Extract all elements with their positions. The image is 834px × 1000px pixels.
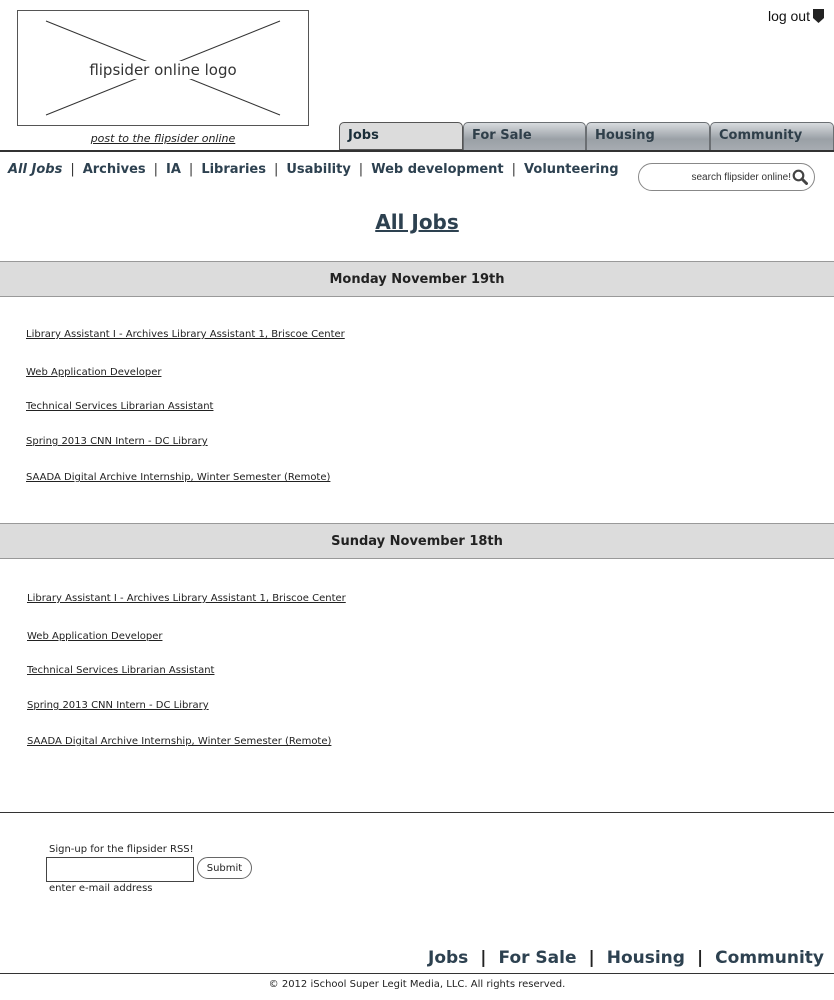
job-link[interactable]: Spring 2013 CNN Intern - DC Library [26,436,208,447]
day-date: Sunday November 18th [331,534,503,549]
footer-link-housing[interactable]: Housing [607,948,685,968]
footer-link-for-sale[interactable]: For Sale [499,948,577,968]
rss-signup-label: Sign-up for the flipsider RSS! [49,844,194,855]
tab-community[interactable]: Community [710,122,834,150]
submit-button[interactable]: Submit [197,857,252,879]
subnav-separator: | [70,162,75,177]
footer-separator: | [696,948,704,968]
post-link[interactable]: post to the flipsider online [17,132,309,145]
footer-separator: | [588,948,595,968]
email-field[interactable] [46,857,194,882]
job-link[interactable]: Spring 2013 CNN Intern - DC Library [27,700,209,711]
footer-link-jobs[interactable]: Jobs [428,948,468,968]
job-link[interactable]: Library Assistant I - Archives Library A… [26,329,345,340]
day-date: Monday November 19th [329,272,505,287]
footer-link-community[interactable]: Community [715,948,824,968]
job-link[interactable]: Web Application Developer [27,631,162,642]
job-link[interactable]: Technical Services Librarian Assistant [27,665,214,676]
tab-jobs[interactable]: Jobs [339,122,463,150]
search-icon[interactable] [792,169,808,185]
search-box [638,163,815,191]
main-tabs: Jobs For Sale Housing Community [339,122,834,150]
job-link[interactable]: SAADA Digital Archive Internship, Winter… [27,736,331,747]
day-header: Sunday November 18th [0,523,834,559]
logout-link[interactable]: log out [768,8,824,24]
subnav-libraries[interactable]: Libraries [201,162,266,177]
job-link[interactable]: Library Assistant I - Archives Library A… [27,593,346,604]
tab-for-sale[interactable]: For Sale [463,122,586,150]
subnav-all-jobs[interactable]: All Jobs [8,162,62,177]
subnav-separator: | [358,162,364,177]
content-divider [0,812,834,813]
logo-placeholder[interactable]: flipsider online logo [17,10,309,126]
page-title: All Jobs [375,210,459,234]
subnav-separator: | [511,162,517,177]
job-link[interactable]: SAADA Digital Archive Internship, Winter… [26,472,330,483]
subnav-ia[interactable]: IA [166,162,181,177]
footer-divider [0,973,834,974]
category-nav: All Jobs | Archives | IA | Libraries | Usability… [8,162,619,177]
email-hint: enter e-mail address [49,883,153,894]
subnav-usability[interactable]: Usability [286,162,350,177]
subnav-archives[interactable]: Archives [83,162,146,177]
tab-baseline [0,150,834,152]
search-input[interactable] [651,168,791,186]
subnav-volunteering[interactable]: Volunteering [524,162,619,177]
logout-icon [813,9,824,23]
job-link[interactable]: Web Application Developer [26,367,161,378]
job-link[interactable]: Technical Services Librarian Assistant [26,401,213,412]
subnav-separator: | [153,162,159,177]
tab-housing[interactable]: Housing [586,122,710,150]
footer-separator: | [480,948,487,968]
footer-nav: Jobs | For Sale | Housing | Community [428,948,824,968]
logo-text: flipsider online logo [87,61,239,79]
subnav-separator: | [188,162,194,177]
subnav-separator: | [273,162,279,177]
logout-label: log out [767,8,810,24]
day-header: Monday November 19th [0,261,834,297]
copyright: © 2012 iSchool Super Legit Media, LLC. A… [268,979,566,990]
subnav-web-development[interactable]: Web development [371,162,503,177]
